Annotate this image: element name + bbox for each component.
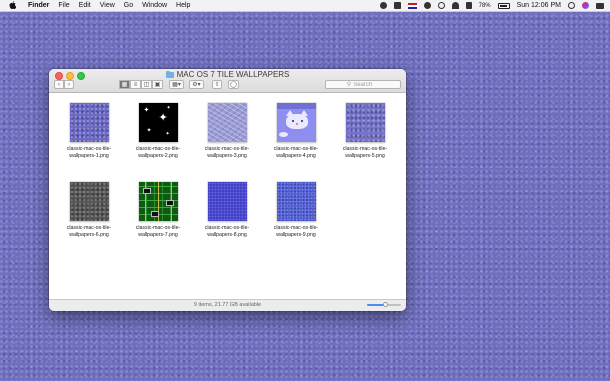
window-titlebar[interactable]: MAC OS 7 TILE WALLPAPERS ‹ › ▦ ≡ ◫ ▣ ▦▾ … bbox=[49, 69, 406, 93]
arrange-button[interactable]: ▦▾ bbox=[169, 80, 184, 89]
icon-size-slider[interactable] bbox=[367, 302, 401, 307]
file-thumbnail[interactable] bbox=[69, 103, 109, 142]
tag-button[interactable]: ◯ bbox=[228, 80, 239, 89]
folder-icon bbox=[165, 70, 174, 78]
slider-knob[interactable] bbox=[383, 302, 389, 307]
file-name: classic-mac-os-tile-wallpapers-9.png bbox=[273, 225, 319, 238]
file-thumbnail[interactable] bbox=[138, 182, 178, 221]
file-item[interactable]: classic-mac-os-tile-wallpapers-4.png bbox=[262, 99, 330, 160]
file-thumbnail[interactable] bbox=[345, 103, 385, 142]
window-title: MAC OS 7 TILE WALLPAPERS bbox=[176, 70, 290, 79]
file-item[interactable]: classic-mac-os-tile-wallpapers-9.png bbox=[262, 178, 330, 239]
navigation-buttons: ‹ › bbox=[54, 80, 74, 89]
file-thumbnail[interactable] bbox=[276, 103, 316, 142]
menu-edit[interactable]: Edit bbox=[79, 2, 91, 9]
bluetooth-icon[interactable] bbox=[437, 2, 445, 9]
spotlight-search-icon[interactable] bbox=[568, 2, 575, 9]
share-button[interactable]: ⇧ bbox=[212, 80, 222, 89]
file-thumbnail[interactable] bbox=[69, 182, 109, 221]
menu-view[interactable]: View bbox=[100, 2, 115, 9]
status-text: 9 items, 21.77 GB available bbox=[193, 302, 262, 308]
menu-go[interactable]: Go bbox=[124, 2, 133, 9]
siri-icon[interactable] bbox=[582, 2, 589, 9]
file-item[interactable]: classic-mac-os-tile-wallpapers-7.png bbox=[124, 178, 192, 239]
file-item[interactable]: classic-mac-os-tile-wallpapers-5.png bbox=[331, 99, 399, 160]
finder-window: MAC OS 7 TILE WALLPAPERS ‹ › ▦ ≡ ◫ ▣ ▦▾ … bbox=[49, 69, 406, 311]
file-name: classic-mac-os-tile-wallpapers-4.png bbox=[273, 146, 319, 159]
eye-status-icon[interactable] bbox=[379, 2, 387, 9]
file-item[interactable]: ✦ ✦ ✦ ✦ ✦ classic-mac-os-tile-wallpapers… bbox=[124, 99, 192, 160]
status-menus: 78% Sun 12:06 PM bbox=[379, 0, 604, 11]
time-machine-icon[interactable] bbox=[423, 2, 431, 9]
search-icon: ⚲ bbox=[346, 82, 352, 88]
file-item[interactable]: classic-mac-os-tile-wallpapers-6.png bbox=[55, 178, 123, 239]
file-name: classic-mac-os-tile-wallpapers-8.png bbox=[204, 225, 250, 238]
apple-menu-icon[interactable] bbox=[9, 0, 19, 11]
file-grid: classic-mac-os-tile-wallpapers-1.png ✦ ✦… bbox=[49, 93, 406, 300]
cover-flow-button[interactable]: ▣ bbox=[152, 80, 163, 89]
file-item[interactable]: classic-mac-os-tile-wallpapers-1.png bbox=[55, 99, 123, 160]
wifi-icon[interactable] bbox=[451, 2, 459, 9]
file-item[interactable]: classic-mac-os-tile-wallpapers-3.png bbox=[193, 99, 261, 160]
search-input[interactable] bbox=[353, 81, 380, 88]
list-view-button[interactable]: ≡ bbox=[130, 80, 141, 89]
file-thumbnail[interactable] bbox=[276, 182, 316, 221]
battery-percentage: 78% bbox=[478, 2, 491, 9]
file-name: classic-mac-os-tile-wallpapers-6.png bbox=[66, 225, 112, 238]
search-field[interactable]: ⚲ bbox=[325, 80, 401, 89]
file-name: classic-mac-os-tile-wallpapers-7.png bbox=[135, 225, 181, 238]
menu-window[interactable]: Window bbox=[142, 2, 167, 9]
file-item[interactable]: classic-mac-os-tile-wallpapers-8.png bbox=[193, 178, 261, 239]
back-button[interactable]: ‹ bbox=[54, 80, 64, 89]
column-view-button[interactable]: ◫ bbox=[141, 80, 152, 89]
file-thumbnail[interactable] bbox=[207, 103, 247, 142]
file-thumbnail[interactable] bbox=[207, 182, 247, 221]
menu-bar: Finder File Edit View Go Window Help 78%… bbox=[0, 0, 610, 12]
view-mode-buttons: ▦ ≡ ◫ ▣ bbox=[119, 80, 163, 89]
icon-view-button[interactable]: ▦ bbox=[119, 80, 130, 89]
battery-icon[interactable] bbox=[497, 2, 510, 9]
status-bar: 9 items, 21.77 GB available bbox=[49, 299, 406, 311]
menu-app-finder[interactable]: Finder bbox=[28, 2, 49, 9]
action-gear-button[interactable]: ⚙▾ bbox=[189, 80, 204, 89]
forward-button[interactable]: › bbox=[64, 80, 74, 89]
file-name: classic-mac-os-tile-wallpapers-3.png bbox=[204, 146, 250, 159]
file-name: classic-mac-os-tile-wallpapers-5.png bbox=[342, 146, 388, 159]
screen-status-icon[interactable] bbox=[393, 2, 401, 9]
input-source-flag-icon[interactable] bbox=[407, 2, 417, 9]
file-name: classic-mac-os-tile-wallpapers-2.png bbox=[135, 146, 181, 159]
file-thumbnail[interactable]: ✦ ✦ ✦ ✦ ✦ bbox=[138, 103, 178, 142]
clock[interactable]: Sun 12:06 PM bbox=[517, 2, 561, 9]
menu-file[interactable]: File bbox=[58, 2, 69, 9]
notification-center-icon[interactable] bbox=[596, 2, 604, 9]
file-name: classic-mac-os-tile-wallpapers-1.png bbox=[66, 146, 112, 159]
menu-help[interactable]: Help bbox=[176, 2, 190, 9]
volume-icon[interactable] bbox=[465, 2, 472, 9]
